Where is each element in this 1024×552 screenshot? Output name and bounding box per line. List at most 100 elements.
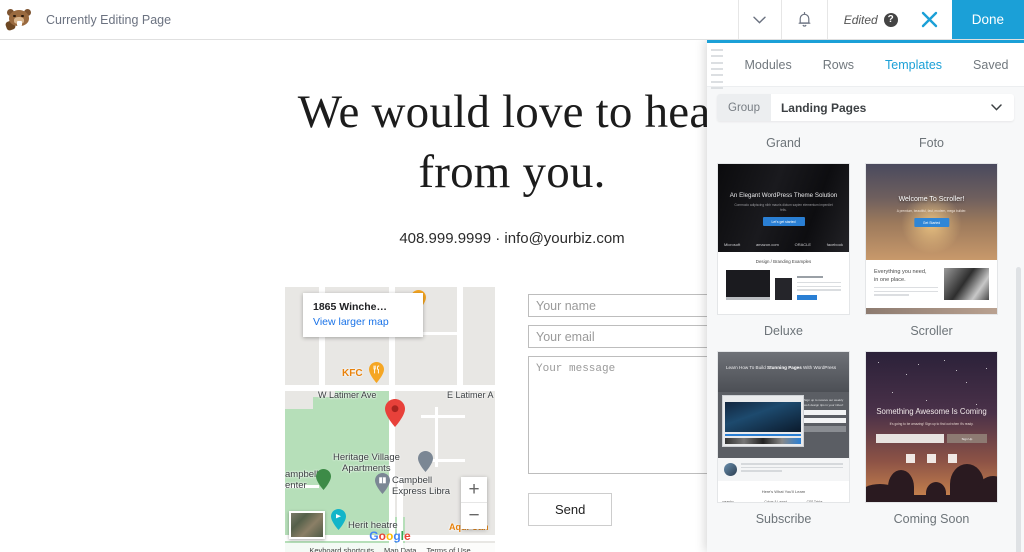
template-card-foto[interactable]: Photography Portfolio Foto	[865, 127, 998, 163]
done-button[interactable]: Done	[952, 0, 1024, 39]
group-label: Group	[717, 94, 771, 121]
map-info-card[interactable]: 1865 Winche… View larger map	[303, 293, 423, 337]
map-label-heritage-village: Heritage Village	[333, 452, 400, 463]
logo-oracle: ORACLE	[795, 242, 811, 247]
subscribe-form-mockup: Sign up to receive our weekly web design…	[804, 398, 846, 432]
coming-soon-social-icons	[866, 454, 997, 463]
template-card-grand[interactable]: Grand	[717, 127, 850, 163]
subscribe-feature-columns: ography Colors & Layout CSS Tricks	[718, 500, 849, 503]
map-pin-kfc[interactable]	[369, 362, 384, 383]
deluxe-hero: An Elegant WordPress Theme Solution Comm…	[718, 164, 849, 252]
keyboard-shortcuts-link[interactable]: Keyboard shortcuts	[309, 546, 374, 552]
template-name-foto: Foto	[865, 127, 998, 163]
map-footer: Keyboard shortcuts Map Data Terms of Use	[285, 543, 495, 552]
template-name-coming-soon: Coming Soon	[865, 503, 998, 539]
feature-col-2: Colors & Layout	[764, 500, 802, 503]
coming-soon-email-input	[876, 434, 944, 443]
template-name-deluxe: Deluxe	[717, 315, 850, 351]
map-label-campbell-center-2: enter	[285, 480, 307, 491]
subscribe-form-button	[804, 426, 846, 432]
template-name-grand: Grand	[717, 127, 850, 163]
scroller-body-heading-1: Everything you need,	[874, 268, 938, 276]
view-larger-map-link[interactable]: View larger map	[313, 316, 413, 328]
scroller-body: Everything you need, in one place.	[866, 260, 997, 308]
deluxe-hero-sub: Commodo adipiscing nibh mauris dictum sa…	[732, 203, 835, 213]
twitter-icon	[948, 454, 957, 463]
template-thumbnail-coming-soon[interactable]: Something Awesome Is Coming It's going t…	[865, 351, 998, 503]
template-card-scroller[interactable]: Welcome To Scroller! A premium, beautifu…	[865, 163, 998, 351]
map-satellite-thumbnail[interactable]	[289, 511, 325, 539]
feature-col-1: ography	[722, 500, 760, 503]
logo-amazon: amazon.com	[756, 242, 779, 247]
bell-icon[interactable]	[782, 0, 828, 39]
edited-label: Edited	[844, 13, 878, 27]
coming-soon-title: Something Awesome Is Coming	[866, 407, 997, 416]
template-card-subscribe[interactable]: Learn How To Build Stunning Pages With W…	[717, 351, 850, 539]
map-address: 1865 Winche…	[313, 301, 413, 313]
coming-soon-subtitle: It's going to be amazing! Sign up to fin…	[880, 422, 983, 426]
deluxe-logo-strip: Microsoft amazon.com ORACLE facebook	[724, 242, 843, 247]
map-label-e-latimer: E Latimer A	[447, 390, 494, 400]
panel-scrollbar[interactable]	[1016, 267, 1021, 552]
map-data-link[interactable]: Map Data	[384, 546, 417, 552]
close-x-icon[interactable]	[908, 0, 952, 39]
deluxe-section-title: Design / Branding Examples	[726, 259, 841, 264]
chevron-down-icon[interactable]	[991, 94, 1014, 121]
chevron-down-icon[interactable]	[738, 0, 782, 39]
edited-status: Edited ?	[828, 0, 908, 39]
question-mark-icon[interactable]: ?	[884, 13, 898, 27]
group-selected-value: Landing Pages	[771, 94, 991, 121]
logo-microsoft: Microsoft	[724, 242, 740, 247]
terms-of-use-link[interactable]: Terms of Use	[426, 546, 470, 552]
topbar-spacer	[183, 0, 738, 39]
hero-heading: We would love to hear from you.	[277, 82, 747, 202]
tab-modules[interactable]: Modules	[729, 58, 807, 72]
map-zoom-out-button[interactable]: −	[461, 503, 487, 529]
builder-top-bar: Currently Editing Page Edited ? Done	[0, 0, 1024, 40]
template-card-coming-soon[interactable]: Something Awesome Is Coming It's going t…	[865, 351, 998, 539]
map-pin-library[interactable]	[375, 473, 390, 494]
scroller-hero-title: Welcome To Scroller!	[866, 196, 997, 203]
scroller-body-heading-2: in one place.	[874, 276, 938, 284]
map-zoom-in-button[interactable]: +	[461, 477, 487, 503]
map-pin-grey-1[interactable]	[418, 451, 433, 472]
page-title: Currently Editing Page	[34, 0, 183, 39]
tablet-mockup	[775, 278, 792, 300]
template-thumbnail-deluxe[interactable]: An Elegant WordPress Theme Solution Comm…	[717, 163, 850, 315]
template-thumbnail-scroller[interactable]: Welcome To Scroller! A premium, beautifu…	[865, 163, 998, 315]
template-card-deluxe[interactable]: An Elegant WordPress Theme Solution Comm…	[717, 163, 850, 351]
templates-grid: Grand Photography Portfolio Foto An Eleg…	[717, 127, 1014, 539]
scroller-body-image	[944, 268, 989, 300]
panel-tab-bar: Modules Rows Templates Saved	[707, 43, 1024, 87]
scroller-hero-button: Get Started	[914, 218, 949, 227]
logo-facebook: facebook	[827, 242, 843, 247]
scroller-hero-sub: A premium, beautiful, fast, modern, mega…	[882, 209, 981, 213]
tab-templates[interactable]: Templates	[870, 58, 958, 72]
feature-col-3: CSS Tricks	[807, 500, 845, 503]
send-button[interactable]: Send	[528, 493, 612, 526]
template-thumbnail-subscribe[interactable]: Learn How To Build Stunning Pages With W…	[717, 351, 850, 503]
map-label-campbell-express-2: Express Libra	[392, 486, 450, 497]
deluxe-hero-title: An Elegant WordPress Theme Solution	[718, 192, 849, 199]
google-watermark: Google	[369, 529, 410, 543]
map-zoom-controls[interactable]: + −	[461, 477, 487, 529]
map-label-campbell-center-1: ampbell	[285, 469, 318, 480]
scroller-hero: Welcome To Scroller! A premium, beautifu…	[866, 164, 997, 260]
tab-rows[interactable]: Rows	[807, 58, 869, 72]
template-name-subscribe: Subscribe	[717, 503, 850, 539]
builder-content-panel: Modules Rows Templates Saved Group Landi…	[707, 40, 1024, 552]
subscribe-hero: Learn How To Build Stunning Pages With W…	[718, 352, 849, 392]
map-label-campbell-express-1: Campbell	[392, 475, 432, 486]
group-selector[interactable]: Group Landing Pages	[717, 94, 1014, 121]
beaver-logo-icon[interactable]	[0, 0, 34, 39]
templates-scroll-area[interactable]: Grand Photography Portfolio Foto An Eleg…	[707, 127, 1024, 552]
google-map[interactable]: 1865 Winche… View larger map KFC W Latim…	[285, 287, 495, 552]
map-pin-location[interactable]	[385, 399, 405, 427]
map-pin-green-park[interactable]	[316, 469, 331, 490]
drag-handle-icon[interactable]	[711, 49, 723, 89]
tab-saved[interactable]: Saved	[958, 58, 1024, 72]
subscribe-hero-title: Learn How To Build Stunning Pages With W…	[726, 365, 845, 370]
scroller-footer-band	[866, 308, 997, 315]
map-pin-theatre[interactable]	[331, 509, 346, 530]
coming-soon-hero: Something Awesome Is Coming It's going t…	[866, 352, 997, 503]
